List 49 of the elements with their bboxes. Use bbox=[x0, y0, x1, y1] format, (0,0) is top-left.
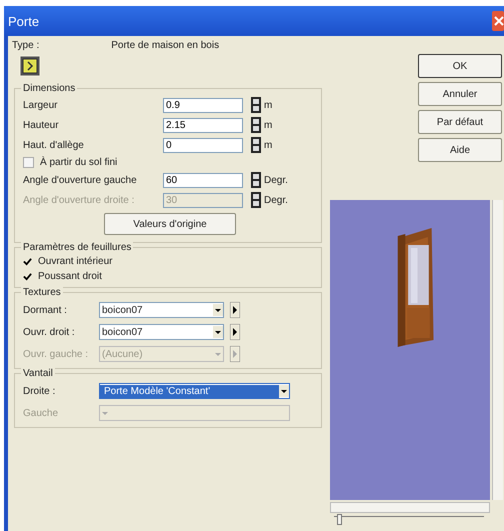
field-label: Ouvr. gauche : bbox=[23, 348, 90, 360]
number-field[interactable]: 0 bbox=[163, 138, 243, 152]
field-label: Dormant : bbox=[23, 304, 68, 316]
checkbox[interactable] bbox=[23, 257, 32, 266]
field-label: Gauche bbox=[23, 408, 60, 418]
group-title: Dimensions bbox=[21, 83, 78, 94]
field-label: Angle d'ouverture droite : bbox=[23, 194, 136, 206]
arrow-button-icon[interactable] bbox=[230, 302, 240, 318]
number-field[interactable]: 2.15 bbox=[163, 118, 243, 132]
type-label: Type : bbox=[12, 40, 40, 51]
arrow-button-icon[interactable] bbox=[230, 324, 240, 340]
spinner-icon[interactable] bbox=[251, 117, 261, 133]
field-label: Ouvr. droit : bbox=[23, 326, 76, 338]
field-label: Hauteur bbox=[23, 120, 60, 130]
dialog-button[interactable]: OK bbox=[418, 54, 502, 78]
unit-label: m bbox=[264, 120, 272, 130]
spinner-icon[interactable] bbox=[251, 172, 261, 188]
door-type-icon[interactable] bbox=[20, 56, 40, 76]
dialog-button[interactable]: Annuler bbox=[418, 82, 502, 106]
checkbox[interactable] bbox=[23, 272, 32, 281]
unit-label: Degr. bbox=[264, 194, 288, 206]
checkbox[interactable] bbox=[23, 157, 34, 168]
type-value: Porte de maison en bois bbox=[111, 40, 220, 51]
dialog-button[interactable]: Aide bbox=[418, 138, 502, 162]
unit-label: m bbox=[264, 140, 272, 150]
group-title: Textures bbox=[21, 287, 63, 298]
close-icon[interactable] bbox=[492, 11, 504, 31]
spinner-icon[interactable] bbox=[251, 97, 261, 113]
checkbox-label: Ouvrant intérieur bbox=[38, 256, 112, 267]
group-title: Vantail bbox=[21, 368, 55, 379]
field-label: Angle d'ouverture gauche bbox=[23, 174, 138, 186]
field-label: Largeur bbox=[23, 100, 58, 110]
dropdown[interactable]: Porte Modèle 'Constant' bbox=[99, 383, 290, 399]
checkbox-label: À partir du sol fini bbox=[40, 157, 118, 168]
group-title: Paramètres de feuillures bbox=[21, 242, 134, 253]
unit-label: Degr. bbox=[264, 174, 288, 186]
number-field[interactable]: 60 bbox=[163, 172, 243, 188]
field-label: Droite : bbox=[23, 386, 56, 396]
checkbox-label: Poussant droit bbox=[38, 271, 102, 282]
slider-thumb[interactable] bbox=[337, 514, 342, 525]
number-field[interactable]: 0.9 bbox=[163, 98, 243, 112]
unit-label: m bbox=[264, 100, 272, 110]
field-label: Haut. d'allège bbox=[23, 140, 85, 150]
dropdown[interactable]: boicon07 bbox=[99, 324, 224, 340]
dialog-button[interactable]: Par défaut bbox=[418, 110, 502, 134]
reset-button[interactable]: Valeurs d'origine bbox=[104, 213, 236, 235]
window-title: Porte bbox=[8, 14, 40, 28]
dropdown[interactable]: boicon07 bbox=[99, 302, 224, 318]
spinner-icon[interactable] bbox=[251, 137, 261, 153]
